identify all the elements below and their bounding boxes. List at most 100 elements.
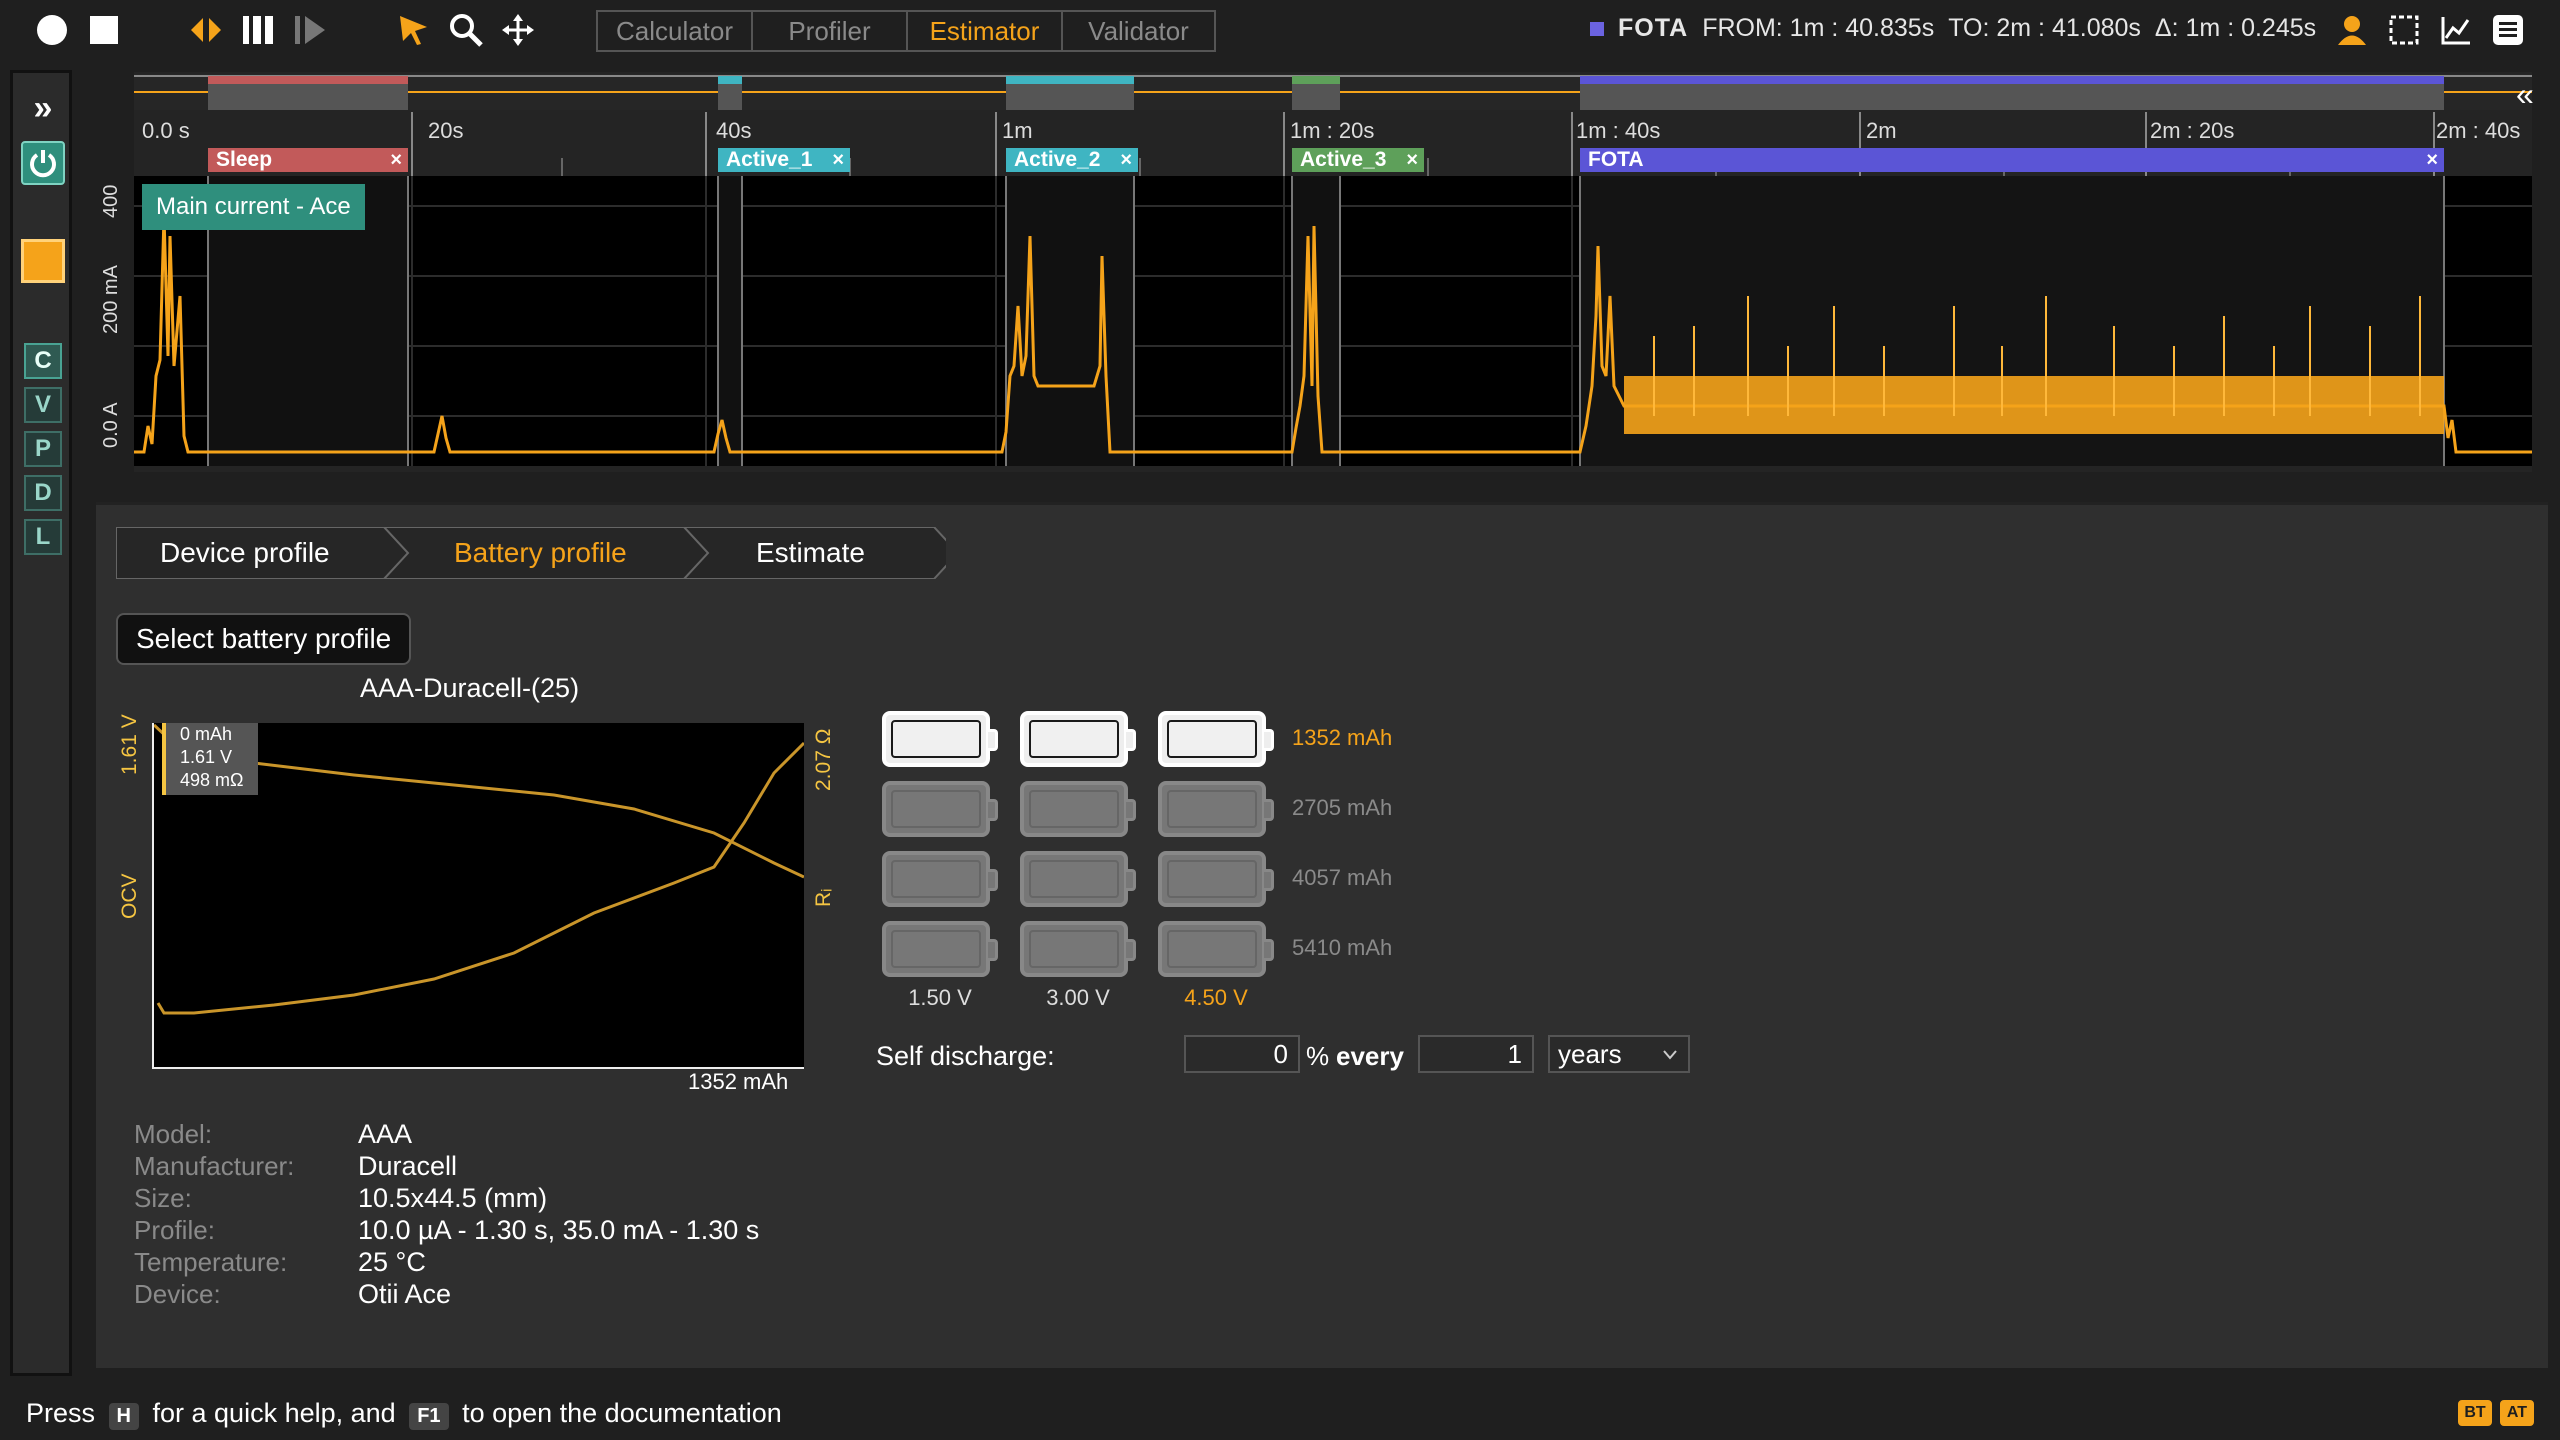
user-icon[interactable] [2334,12,2370,48]
chart-icon[interactable] [2438,12,2474,48]
tick-label: 1m [1002,118,1033,143]
period-unit-value: years [1558,1039,1622,1069]
close-icon[interactable]: × [390,148,402,172]
selection-range: FOTA FROM: 1m : 40.835s TO: 2m : 41.080s… [1590,14,2316,43]
info-device: Otii Ace [358,1279,452,1309]
tag-active-1[interactable]: Active_1 × [718,148,850,172]
battery-cell[interactable] [1158,781,1274,837]
battery-curve-chart[interactable]: 0 mAh 1.61 V 498 mΩ [152,723,806,1069]
close-icon[interactable]: × [832,148,844,172]
percent-unit: % [1306,1041,1330,1071]
tab-profiler[interactable]: Profiler [751,10,906,52]
overview-strip[interactable] [134,72,2532,112]
current-plot[interactable] [134,176,2532,466]
estimator-panel: Device profile Battery profile Estimate … [96,502,2548,1368]
step-device-profile[interactable]: Device profile [160,527,330,579]
battery-cell[interactable] [1158,851,1274,907]
trace-label[interactable]: Main current - Ace [142,184,365,230]
at-badge[interactable]: AT [2500,1400,2534,1426]
right-axis-name: Rᵢ [812,888,835,907]
tooltip-capacity: 0 mAh [180,724,233,744]
left-axis-top: 1.61 V [118,714,141,775]
channel-power-button[interactable]: P [24,431,62,467]
y-tick-400: 400 [100,184,122,218]
tag-sleep[interactable]: Sleep × [208,148,408,172]
color-swatch-button[interactable] [21,239,65,283]
self-discharge-period-input[interactable] [1418,1035,1534,1073]
tag-label: Active_2 [1014,148,1101,171]
pan-icon[interactable] [500,12,536,48]
tag-fota[interactable]: FOTA × [1580,148,2444,172]
channel-current-button[interactable]: C [24,343,62,379]
selection-icon[interactable] [2386,12,2422,48]
info-profile: 10.0 µA - 1.30 s, 35.0 mA - 1.30 s [358,1215,760,1245]
self-discharge-label: Self discharge: [876,1041,1055,1071]
self-discharge-percent-input[interactable] [1184,1035,1300,1073]
status-bar: Press H for a quick help, and F1 to open… [0,1386,2560,1440]
info-key: Size: [134,1183,192,1213]
expand-sidebar-button[interactable]: » [22,87,64,129]
collapse-timeline-button[interactable]: « [2516,76,2534,113]
channel-digital-button[interactable]: D [24,475,62,511]
tick-label: 2m : 20s [2150,118,2235,143]
battery-cell[interactable] [1020,921,1136,977]
battery-cell[interactable] [1158,711,1274,767]
range-color-swatch [1590,21,1604,36]
select-battery-profile-button[interactable]: Select battery profile [116,613,412,665]
power-icon[interactable] [21,141,65,185]
menu-icon[interactable] [2490,12,2526,48]
tooltip-voltage: 1.61 V [180,747,233,767]
tab-estimator[interactable]: Estimator [906,10,1061,52]
tick-label: 2m [1866,118,1897,143]
step-battery-profile[interactable]: Battery profile [454,527,627,579]
columns-icon[interactable] [240,12,276,48]
left-axis-name: OCV [118,873,141,919]
battery-cell[interactable] [882,851,998,907]
tag-label: Active_3 [1300,148,1387,171]
tick-label: 20s [428,118,464,143]
tab-calculator[interactable]: Calculator [596,10,751,52]
close-icon[interactable]: × [1120,148,1132,172]
info-manufacturer: Duracell [358,1151,458,1181]
info-key: Profile: [134,1215,215,1245]
hint-press: Press [26,1398,96,1428]
tag-active-2[interactable]: Active_2 × [1006,148,1138,172]
tick-label: 0.0 s [142,118,190,143]
step-estimate[interactable]: Estimate [756,527,865,579]
timeline[interactable]: « 0.0 s 20s 40s 1m 1m : 20s 1m : 40s 2m … [100,72,2534,472]
record-icon[interactable] [34,12,70,48]
battery-cell[interactable] [882,921,998,977]
range-delta: Δ: 1m : 0.245s [2154,14,2317,42]
tab-validator[interactable]: Validator [1061,10,1216,52]
chevron-down-icon [1663,1050,1677,1060]
battery-cell[interactable] [1020,851,1136,907]
stop-icon[interactable] [86,12,122,48]
battery-cell[interactable] [882,781,998,837]
battery-cell[interactable] [882,711,998,767]
toolbar: Calculator Profiler Estimator Validator … [0,0,2560,60]
range-to: TO: 2m : 41.080s [1948,14,2141,42]
step-forward-icon[interactable] [292,12,328,48]
app-window: Calculator Profiler Estimator Validator … [0,0,2560,1440]
close-icon[interactable]: × [2426,148,2438,172]
current-trace [134,176,2532,466]
channel-log-button[interactable]: L [24,519,62,555]
help-hint: Press H for a quick help, and F1 to open… [26,1398,782,1430]
period-unit-select[interactable]: years [1548,1035,1690,1073]
chart-tooltip: 0 mAh 1.61 V 498 mΩ [162,723,258,795]
info-model: AAA [358,1119,413,1149]
close-icon[interactable]: × [1406,148,1418,172]
view-tabs: Calculator Profiler Estimator Validator [596,10,1216,52]
bluetooth-badge[interactable]: BT [2458,1400,2492,1426]
info-key: Model: [134,1119,213,1149]
fit-icon[interactable] [188,12,224,48]
battery-cell[interactable] [1158,921,1274,977]
pointer-icon[interactable] [396,12,432,48]
zoom-icon[interactable] [448,12,484,48]
battery-cell[interactable] [1020,711,1136,767]
hint-mid: for a quick help, and [152,1398,396,1428]
battery-cell[interactable] [1020,781,1136,837]
channel-voltage-button[interactable]: V [24,387,62,423]
tick-label: 1m : 20s [1290,118,1375,143]
tag-active-3[interactable]: Active_3 × [1292,148,1424,172]
